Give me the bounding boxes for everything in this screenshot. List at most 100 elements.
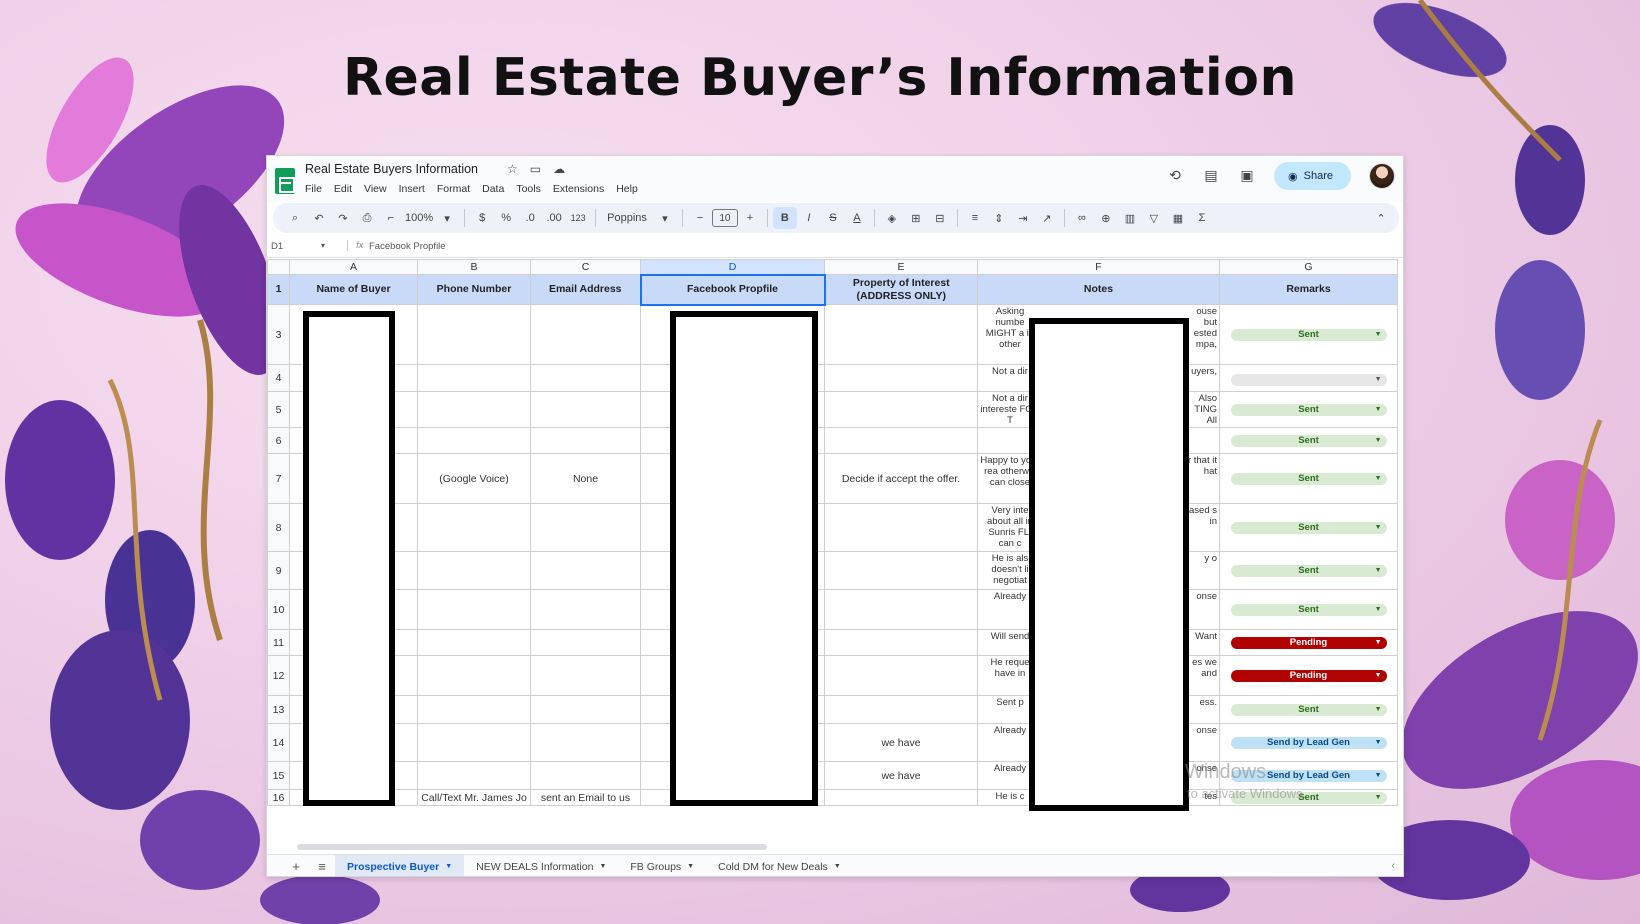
menu-help[interactable]: Help: [616, 183, 638, 195]
menu-insert[interactable]: Insert: [399, 183, 425, 195]
cell-phone-number[interactable]: [417, 551, 531, 590]
cell-email-address[interactable]: [530, 761, 641, 790]
undo-icon[interactable]: ↶: [307, 207, 331, 229]
row-number[interactable]: 14: [267, 723, 290, 762]
select-all-corner[interactable]: [267, 259, 290, 275]
row-number[interactable]: 6: [267, 427, 290, 454]
cell-phone-number[interactable]: [417, 304, 531, 365]
vertical-align-icon[interactable]: ⇕: [987, 207, 1011, 229]
text-wrapping-icon[interactable]: ⇥: [1011, 207, 1035, 229]
column-header-d[interactable]: D: [640, 259, 825, 275]
add-sheet-icon[interactable]: +: [283, 859, 309, 874]
comments-icon[interactable]: ▤: [1202, 167, 1220, 185]
italic-button[interactable]: I: [797, 207, 821, 229]
cell-email-address[interactable]: [530, 551, 641, 590]
chevron-down-icon[interactable]: ▼: [1375, 524, 1382, 531]
cell-property-of-interest[interactable]: [824, 304, 978, 365]
cell-email-address[interactable]: [530, 629, 641, 656]
chevron-down-icon[interactable]: ▾: [653, 207, 677, 229]
status-dropdown-chip[interactable]: Sent ▼: [1230, 564, 1387, 577]
tab-new-deals-information[interactable]: NEW DEALS Information ▼: [464, 855, 618, 877]
merge-cells-icon[interactable]: ⊟: [928, 207, 952, 229]
filter-icon[interactable]: ▽: [1142, 207, 1166, 229]
scroll-tabs-left-icon[interactable]: ‹: [1391, 860, 1395, 872]
cell-property-of-interest[interactable]: [824, 695, 978, 724]
tab-cold-dm-for-new-deals[interactable]: Cold DM for New Deals ▼: [706, 855, 853, 877]
chevron-down-icon[interactable]: ▼: [1375, 739, 1382, 746]
header-property-of-interest[interactable]: Property of Interest (ADDRESS ONLY): [824, 274, 978, 305]
menu-data[interactable]: Data: [482, 183, 504, 195]
column-header-b[interactable]: B: [417, 259, 531, 275]
row-number[interactable]: 10: [267, 589, 290, 630]
header-facebook-profile[interactable]: Facebook Propfile: [639, 273, 826, 306]
percent-format-button[interactable]: %: [494, 207, 518, 229]
all-sheets-icon[interactable]: ≡: [309, 859, 335, 874]
cell-email-address[interactable]: [530, 364, 641, 392]
text-rotation-icon[interactable]: ↗: [1035, 207, 1059, 229]
cell-remarks[interactable]: Sent ▼: [1219, 551, 1398, 590]
column-header-a[interactable]: A: [289, 259, 418, 275]
chevron-down-icon[interactable]: ▼: [1375, 376, 1382, 383]
chevron-down-icon[interactable]: ▾: [321, 241, 325, 250]
chevron-down-icon[interactable]: ▼: [1375, 672, 1382, 679]
status-dropdown-chip[interactable]: Send by Lead Gen ▼: [1230, 736, 1387, 749]
cell-property-of-interest[interactable]: Decide if accept the offer.: [824, 453, 978, 504]
cell-phone-number[interactable]: Call/Text Mr. James Jo: [417, 789, 531, 806]
header-remarks[interactable]: Remarks: [1219, 274, 1398, 305]
increase-decimal-button[interactable]: .00: [542, 207, 566, 229]
cell-phone-number[interactable]: [417, 655, 531, 696]
status-dropdown-chip[interactable]: Sent ▼: [1230, 328, 1387, 341]
row-number[interactable]: 1: [267, 274, 290, 305]
increase-font-size-icon[interactable]: +: [738, 207, 762, 229]
zoom-select[interactable]: 100%: [403, 207, 435, 229]
cell-remarks[interactable]: Send by Lead Gen ▼: [1219, 723, 1398, 762]
chevron-down-icon[interactable]: ▼: [1375, 706, 1382, 713]
cloud-status-icon[interactable]: ☁: [553, 162, 565, 176]
menu-view[interactable]: View: [364, 183, 387, 195]
menu-edit[interactable]: Edit: [334, 183, 352, 195]
cell-email-address[interactable]: [530, 427, 641, 454]
formula-input[interactable]: Facebook Propfile: [369, 241, 446, 252]
cell-phone-number[interactable]: [417, 761, 531, 790]
cell-phone-number[interactable]: [417, 427, 531, 454]
row-number[interactable]: 8: [267, 503, 290, 552]
status-dropdown-chip[interactable]: Sent ▼: [1230, 403, 1387, 416]
more-formats-button[interactable]: 123: [566, 207, 590, 229]
cell-phone-number[interactable]: [417, 695, 531, 724]
cell-property-of-interest[interactable]: [824, 589, 978, 630]
cell-property-of-interest[interactable]: we have: [824, 723, 978, 762]
cell-email-address[interactable]: sent an Email to us: [530, 789, 641, 806]
cell-property-of-interest[interactable]: [824, 551, 978, 590]
share-button[interactable]: ◉ Share: [1274, 162, 1351, 190]
status-dropdown-chip[interactable]: Sent ▼: [1230, 521, 1387, 534]
status-dropdown-chip[interactable]: Sent ▼: [1230, 603, 1387, 616]
header-phone-number[interactable]: Phone Number: [417, 274, 531, 305]
row-number[interactable]: 3: [267, 304, 290, 365]
cell-remarks[interactable]: ▼: [1219, 364, 1398, 392]
insert-comment-icon[interactable]: ⊕: [1094, 207, 1118, 229]
cell-remarks[interactable]: Sent ▼: [1219, 589, 1398, 630]
chevron-down-icon[interactable]: ▼: [1375, 794, 1382, 801]
chevron-down-icon[interactable]: ▼: [1375, 437, 1382, 444]
cell-remarks[interactable]: Pending ▼: [1219, 629, 1398, 656]
column-header-e[interactable]: E: [824, 259, 978, 275]
cell-phone-number[interactable]: [417, 629, 531, 656]
cell-property-of-interest[interactable]: [824, 629, 978, 656]
cell-remarks[interactable]: Sent ▼: [1219, 391, 1398, 428]
column-header-f[interactable]: F: [977, 259, 1220, 275]
chevron-down-icon[interactable]: ▼: [834, 863, 841, 870]
sheets-logo-icon[interactable]: [275, 168, 295, 194]
horizontal-scrollbar[interactable]: [297, 844, 767, 850]
cell-email-address[interactable]: [530, 503, 641, 552]
row-number[interactable]: 4: [267, 364, 290, 392]
filter-views-icon[interactable]: ▦: [1166, 207, 1190, 229]
chevron-down-icon[interactable]: ▼: [1375, 606, 1382, 613]
cell-property-of-interest[interactable]: [824, 427, 978, 454]
chevron-down-icon[interactable]: ▼: [1375, 567, 1382, 574]
status-dropdown-chip[interactable]: Pending ▼: [1230, 636, 1387, 649]
status-dropdown-chip[interactable]: Sent ▼: [1230, 472, 1387, 485]
print-icon[interactable]: ⎙: [355, 207, 379, 229]
search-menus-icon[interactable]: ⌕: [283, 207, 307, 229]
status-dropdown-chip[interactable]: Pending ▼: [1230, 669, 1387, 682]
cell-property-of-interest[interactable]: we have: [824, 761, 978, 790]
